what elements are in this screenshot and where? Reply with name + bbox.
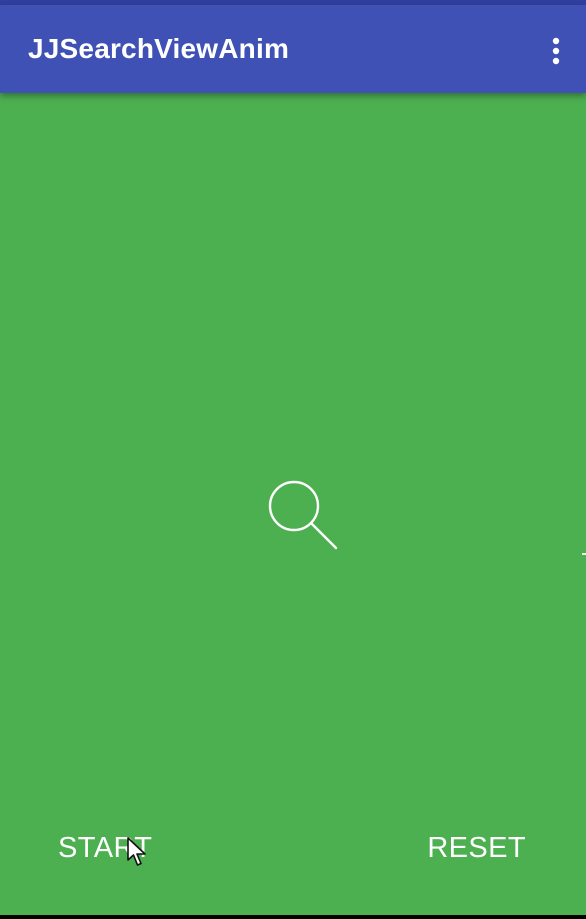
edge-marker xyxy=(582,553,586,555)
search-icon xyxy=(264,478,342,552)
more-vert-icon[interactable] xyxy=(548,35,564,67)
bottom-edge xyxy=(0,915,586,919)
app-toolbar: JJSearchViewAnim xyxy=(0,5,586,93)
app-title: JJSearchViewAnim xyxy=(28,33,290,64)
mouse-pointer-icon xyxy=(126,837,148,867)
phone-screen: JJSearchViewAnim START RESET xyxy=(0,0,586,919)
reset-button[interactable]: RESET xyxy=(419,828,534,868)
